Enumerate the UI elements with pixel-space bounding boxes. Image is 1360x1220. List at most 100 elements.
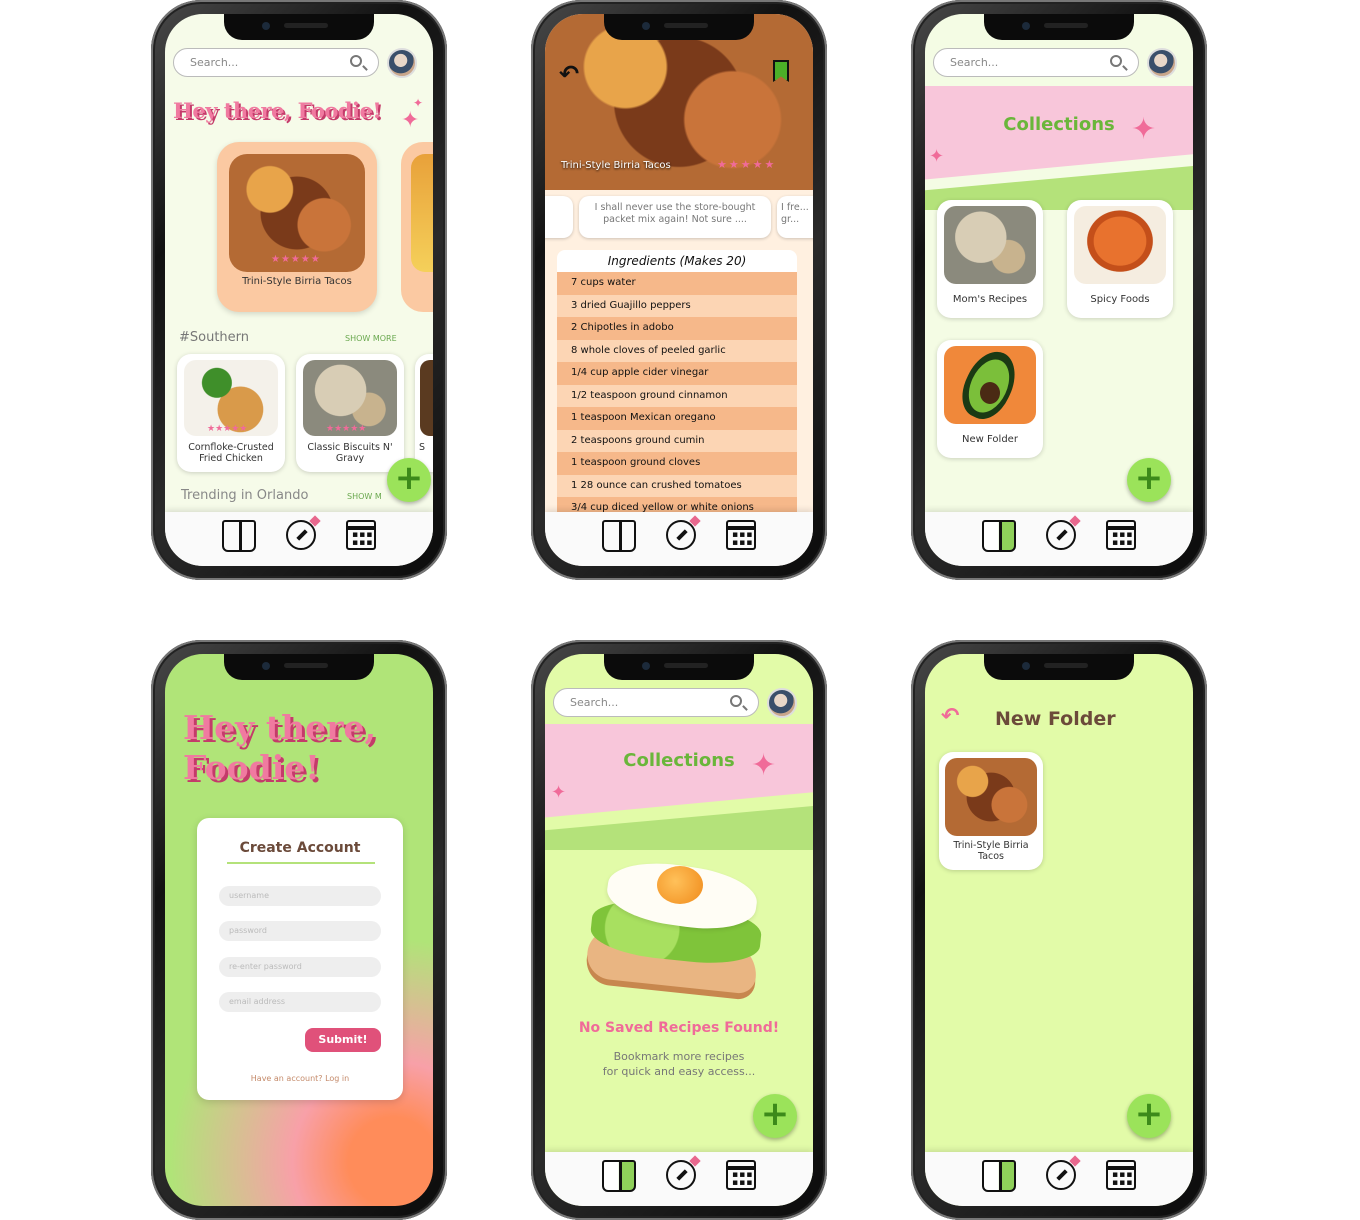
folder-card[interactable]: New Folder bbox=[937, 340, 1043, 458]
ingredient-row: 3 dried Guajillo peppers bbox=[557, 294, 797, 317]
avatar[interactable] bbox=[767, 688, 797, 718]
book-icon[interactable] bbox=[602, 520, 636, 552]
review-text: I fre... gr... bbox=[781, 202, 809, 225]
rating-stars: ★★★★★ bbox=[717, 158, 777, 171]
search-input[interactable]: Search... bbox=[553, 688, 759, 717]
book-icon[interactable] bbox=[602, 1160, 636, 1192]
recipe-card[interactable]: Trini-Style Birria Tacos bbox=[939, 752, 1043, 870]
show-more-link[interactable]: SHOW MORE bbox=[345, 334, 397, 343]
review-card[interactable] bbox=[545, 196, 573, 238]
calendar-icon[interactable] bbox=[726, 520, 756, 550]
calendar-icon[interactable] bbox=[346, 520, 376, 550]
review-card[interactable]: I fre... gr... bbox=[777, 196, 813, 238]
sparkle-icon: ✦ bbox=[413, 96, 424, 110]
recipe-name: Cornfloke-Crusted Fried Chicken bbox=[188, 442, 274, 464]
ingredient-row: 1 28 ounce can crushed tomatoes bbox=[557, 474, 797, 497]
calendar-icon[interactable] bbox=[1106, 1160, 1136, 1190]
ingredient-row: 1 teaspoon ground cloves bbox=[557, 452, 797, 475]
folder-name: Spicy Foods bbox=[1090, 294, 1150, 305]
folder-card[interactable]: Spicy Foods bbox=[1067, 200, 1173, 318]
search-input[interactable]: Search... bbox=[933, 48, 1139, 77]
recipe-card[interactable]: ★★★★★ Cornfloke-Crusted Fried Chicken bbox=[177, 354, 285, 472]
bottom-nav bbox=[925, 512, 1193, 566]
ingredient-row: 1 teaspoon Mexican oregano bbox=[557, 407, 797, 430]
toast-illustration bbox=[577, 844, 777, 1004]
notch bbox=[984, 14, 1134, 40]
book-icon[interactable] bbox=[222, 520, 256, 552]
search-placeholder: Search... bbox=[950, 56, 999, 69]
compass-icon[interactable] bbox=[286, 520, 316, 550]
calendar-icon[interactable] bbox=[726, 1160, 756, 1190]
next-recipe-card[interactable] bbox=[401, 142, 433, 312]
phone-empty-collections: Search... Collections ✦ ✦ No Saved Recip… bbox=[531, 640, 827, 1220]
empty-state-title: No Saved Recipes Found! bbox=[578, 1020, 780, 1036]
notch bbox=[224, 14, 374, 40]
folder-image bbox=[944, 206, 1036, 284]
create-account-card: Create Account username password re-ente… bbox=[197, 818, 403, 1100]
search-placeholder: Search... bbox=[190, 56, 239, 69]
book-icon[interactable] bbox=[982, 520, 1016, 552]
card-title: Create Account bbox=[239, 840, 361, 856]
ingredient-row: 1/2 teaspoon ground cinnamon bbox=[557, 384, 797, 407]
folder-card[interactable]: Mom's Recipes bbox=[937, 200, 1043, 318]
show-more-link[interactable]: SHOW M bbox=[347, 492, 382, 501]
compass-icon[interactable] bbox=[1046, 1160, 1076, 1190]
greeting-line2: Foodie! bbox=[183, 748, 320, 787]
reenter-password-field[interactable]: re-enter password bbox=[219, 957, 381, 977]
back-arrow-icon[interactable]: ↶ bbox=[559, 60, 579, 88]
search-placeholder: Search... bbox=[570, 696, 619, 709]
add-button[interactable]: + bbox=[753, 1094, 797, 1138]
recipe-card[interactable]: S bbox=[415, 354, 433, 472]
search-icon[interactable] bbox=[350, 55, 362, 67]
back-arrow-icon[interactable]: ↶ bbox=[941, 704, 959, 729]
section-title: Trending in Orlando bbox=[181, 488, 309, 503]
recipe-name: Trini-Style Birria Tacos bbox=[953, 840, 1029, 862]
add-button[interactable]: + bbox=[387, 458, 431, 502]
ingredients-title: Ingredients (Makes 20) bbox=[607, 254, 747, 268]
avatar[interactable] bbox=[1147, 48, 1177, 78]
folder-title: New Folder bbox=[995, 708, 1116, 730]
sparkle-icon: ✦ bbox=[751, 748, 777, 783]
sparkle-icon: ✦ bbox=[551, 782, 567, 803]
ingredient-row: 2 Chipotles in adobo bbox=[557, 317, 797, 340]
avatar[interactable] bbox=[387, 48, 417, 78]
ingredients-list: 7 cups water 3 dried Guajillo peppers 2 Ch… bbox=[557, 272, 797, 520]
add-button[interactable]: + bbox=[1127, 458, 1171, 502]
search-icon[interactable] bbox=[730, 695, 742, 707]
recipe-name: S bbox=[419, 442, 426, 453]
rating-stars: ★★★★★ bbox=[326, 424, 367, 434]
phone-signup: Hey there, Foodie! Create Account userna… bbox=[151, 640, 447, 1220]
recipe-title: Trini-Style Birria Tacos bbox=[561, 160, 671, 171]
compass-icon[interactable] bbox=[666, 520, 696, 550]
search-input[interactable]: Search... bbox=[173, 48, 379, 77]
compass-icon[interactable] bbox=[1046, 520, 1076, 550]
title-underline bbox=[227, 862, 375, 864]
folder-name: New Folder bbox=[962, 434, 1018, 445]
add-button[interactable]: + bbox=[1127, 1094, 1171, 1138]
login-link[interactable]: Have an account? Log in bbox=[197, 1074, 403, 1083]
username-field[interactable]: username bbox=[219, 886, 381, 906]
recipe-image bbox=[945, 758, 1037, 836]
compass-icon[interactable] bbox=[666, 1160, 696, 1190]
rating-stars: ★★★★★ bbox=[271, 254, 321, 265]
rating-stars: ★★★★★ bbox=[207, 424, 248, 434]
featured-recipe-card[interactable]: ★★★★★ Trini-Style Birria Tacos bbox=[217, 142, 377, 312]
recipe-card[interactable]: ★★★★★ Classic Biscuits N' Gravy bbox=[296, 354, 404, 472]
recipe-name: Trini-Style Birria Tacos bbox=[242, 276, 352, 287]
notch bbox=[984, 654, 1134, 680]
greeting-title: Hey there, Foodie! bbox=[173, 98, 382, 123]
password-field[interactable]: password bbox=[219, 921, 381, 941]
submit-button[interactable]: Submit! bbox=[305, 1028, 381, 1052]
notch bbox=[604, 654, 754, 680]
bottom-nav bbox=[545, 1152, 813, 1206]
phone-new-folder: ↶ New Folder Trini-Style Birria Tacos + bbox=[911, 640, 1207, 1220]
search-icon[interactable] bbox=[1110, 55, 1122, 67]
bottom-nav bbox=[545, 512, 813, 566]
sparkle-icon: ✦ bbox=[1131, 112, 1157, 147]
folder-name: Mom's Recipes bbox=[952, 294, 1028, 305]
calendar-icon[interactable] bbox=[1106, 520, 1136, 550]
review-card[interactable]: I shall never use the store-bought packe… bbox=[579, 196, 771, 238]
email-field[interactable]: email address bbox=[219, 992, 381, 1012]
book-icon[interactable] bbox=[982, 1160, 1016, 1192]
ingredient-row: 8 whole cloves of peeled garlic bbox=[557, 339, 797, 362]
